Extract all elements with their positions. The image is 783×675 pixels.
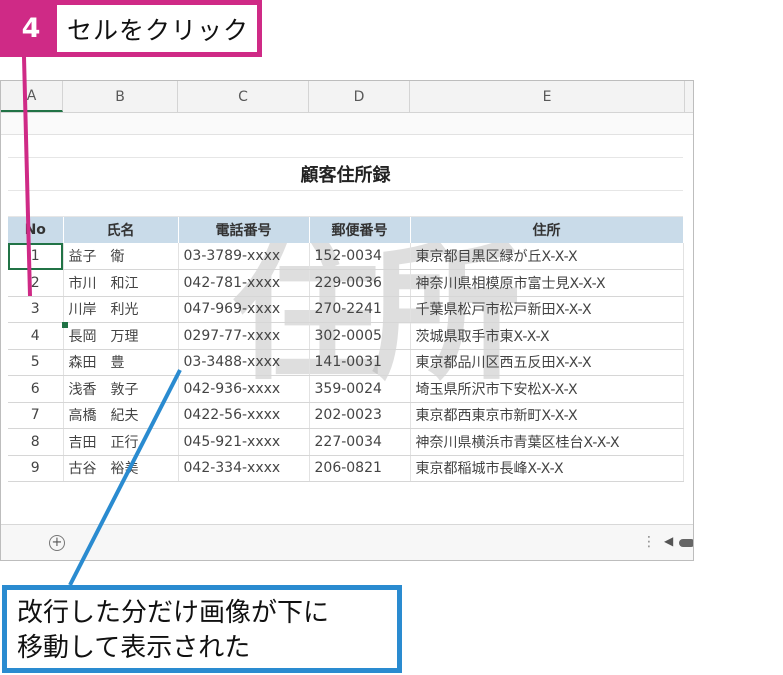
cell-no-selected[interactable]: 1: [8, 243, 64, 270]
cell-address[interactable]: 神奈川県横浜市青葉区桂台X-X-X: [410, 428, 684, 456]
cell-address[interactable]: 東京都稲城市長峰X-X-X: [410, 455, 684, 482]
cell-address[interactable]: 茨城県取手市東X-X-X: [410, 322, 684, 350]
cell-address[interactable]: 東京都目黒区緑が丘X-X-X: [410, 243, 684, 270]
cell-postal[interactable]: 229-0036: [309, 269, 411, 297]
column-header-a[interactable]: A: [1, 81, 63, 112]
cell-no[interactable]: 6: [8, 375, 64, 403]
cell-no[interactable]: 9: [8, 455, 64, 482]
sheet-title[interactable]: 顧客住所録: [8, 157, 683, 191]
cell-postal[interactable]: 270-2241: [309, 296, 411, 323]
table-row: 7 高橋 紀夫 0422-56-xxxx 202-0023 東京都西東京市新町X…: [8, 402, 684, 429]
cell-phone[interactable]: 042-936-xxxx: [178, 375, 310, 403]
cell-phone[interactable]: 042-781-xxxx: [178, 269, 310, 297]
cell-phone[interactable]: 042-334-xxxx: [178, 455, 310, 482]
sheet-tab-bar: + ⋮ ◀: [1, 524, 693, 560]
result-note-line-2: 移動して表示された: [17, 633, 251, 663]
cell-name[interactable]: 益子 衛: [63, 243, 179, 270]
cell-phone[interactable]: 0297-77-xxxx: [178, 322, 310, 350]
cell-name[interactable]: 森田 豊: [63, 349, 179, 376]
horizontal-scrollbar[interactable]: [679, 539, 693, 547]
header-address[interactable]: 住所: [410, 217, 684, 243]
table-header-row: No 氏名 電話番号 郵便番号 住所: [8, 217, 684, 243]
column-header-row: A B C D E: [1, 81, 693, 113]
cell-no[interactable]: 7: [8, 402, 64, 429]
cell-name[interactable]: 古谷 裕美: [63, 455, 179, 482]
cell-postal[interactable]: 227-0034: [309, 428, 411, 456]
column-header-e[interactable]: E: [410, 81, 685, 112]
more-options-icon[interactable]: ⋮: [642, 534, 656, 550]
column-header-c[interactable]: C: [178, 81, 309, 112]
cell-postal[interactable]: 359-0024: [309, 375, 411, 403]
step-instruction: セルをクリック: [67, 15, 250, 45]
cell-postal[interactable]: 302-0005: [309, 322, 411, 350]
header-phone[interactable]: 電話番号: [178, 217, 310, 243]
plus-circle-icon[interactable]: +: [49, 535, 65, 551]
cell-postal[interactable]: 202-0023: [309, 402, 411, 429]
cell-address[interactable]: 千葉県松戸市松戸新田X-X-X: [410, 296, 684, 323]
table-row: 9 古谷 裕美 042-334-xxxx 206-0821 東京都稲城市長峰X-…: [8, 455, 684, 482]
cell-postal[interactable]: 152-0034: [309, 243, 411, 270]
header-no[interactable]: No: [8, 217, 64, 243]
triangle-left-icon[interactable]: ◀: [664, 534, 673, 548]
fill-handle[interactable]: [62, 322, 68, 328]
cell-name[interactable]: 長岡 万理: [63, 322, 179, 350]
cell-no[interactable]: 8: [8, 428, 64, 456]
step-callout: 4 セルをクリック: [0, 0, 262, 57]
table-row: 6 浅香 敦子 042-936-xxxx 359-0024 埼玉県所沢市下安松X…: [8, 375, 684, 403]
cell-no[interactable]: 2: [8, 269, 64, 297]
table-row: 4 長岡 万理 0297-77-xxxx 302-0005 茨城県取手市東X-X…: [8, 322, 684, 350]
cell-name[interactable]: 吉田 正行: [63, 428, 179, 456]
cell-name[interactable]: 高橋 紀夫: [63, 402, 179, 429]
table-row: 8 吉田 正行 045-921-xxxx 227-0034 神奈川県横浜市青葉区…: [8, 428, 684, 456]
cell-phone[interactable]: 0422-56-xxxx: [178, 402, 310, 429]
cell-phone[interactable]: 03-3488-xxxx: [178, 349, 310, 376]
spreadsheet-window: A B C D E 顧客住所録 住所 No 氏名 電話番号 郵便番号 住所 1 …: [0, 80, 694, 561]
cell-no[interactable]: 4: [8, 322, 64, 350]
cell-phone[interactable]: 03-3789-xxxx: [178, 243, 310, 270]
step-number: 4: [5, 5, 57, 52]
column-header-b[interactable]: B: [63, 81, 178, 112]
cell-no[interactable]: 5: [8, 349, 64, 376]
table-row: 2 市川 和江 042-781-xxxx 229-0036 神奈川県相模原市富士…: [8, 269, 684, 297]
cell-name[interactable]: 川岸 利光: [63, 296, 179, 323]
result-note-line-1: 改行した分だけ画像が下に: [17, 598, 330, 628]
blank-row-strip: [1, 113, 693, 135]
table-row: 5 森田 豊 03-3488-xxxx 141-0031 東京都品川区西五反田X…: [8, 349, 684, 376]
customer-table: No 氏名 電話番号 郵便番号 住所 1 益子 衛 03-3789-xxxx 1…: [8, 217, 684, 482]
header-name[interactable]: 氏名: [63, 217, 179, 243]
cell-address[interactable]: 東京都西東京市新町X-X-X: [410, 402, 684, 429]
cell-no[interactable]: 3: [8, 296, 64, 323]
cell-name[interactable]: 市川 和江: [63, 269, 179, 297]
blank-row[interactable]: [8, 191, 683, 217]
cell-name[interactable]: 浅香 敦子: [63, 375, 179, 403]
table-row: 1 益子 衛 03-3789-xxxx 152-0034 東京都目黒区緑が丘X-…: [8, 243, 684, 270]
result-note: 改行した分だけ画像が下に 移動して表示された: [2, 585, 402, 673]
cell-phone[interactable]: 045-921-xxxx: [178, 428, 310, 456]
cell-postal[interactable]: 206-0821: [309, 455, 411, 482]
cell-address[interactable]: 神奈川県相模原市富士見X-X-X: [410, 269, 684, 297]
column-header-d[interactable]: D: [309, 81, 410, 112]
cell-phone[interactable]: 047-969-xxxx: [178, 296, 310, 323]
cell-address[interactable]: 東京都品川区西五反田X-X-X: [410, 349, 684, 376]
table-row: 3 川岸 利光 047-969-xxxx 270-2241 千葉県松戸市松戸新田…: [8, 296, 684, 323]
header-postal[interactable]: 郵便番号: [309, 217, 411, 243]
cell-address[interactable]: 埼玉県所沢市下安松X-X-X: [410, 375, 684, 403]
cell-postal[interactable]: 141-0031: [309, 349, 411, 376]
